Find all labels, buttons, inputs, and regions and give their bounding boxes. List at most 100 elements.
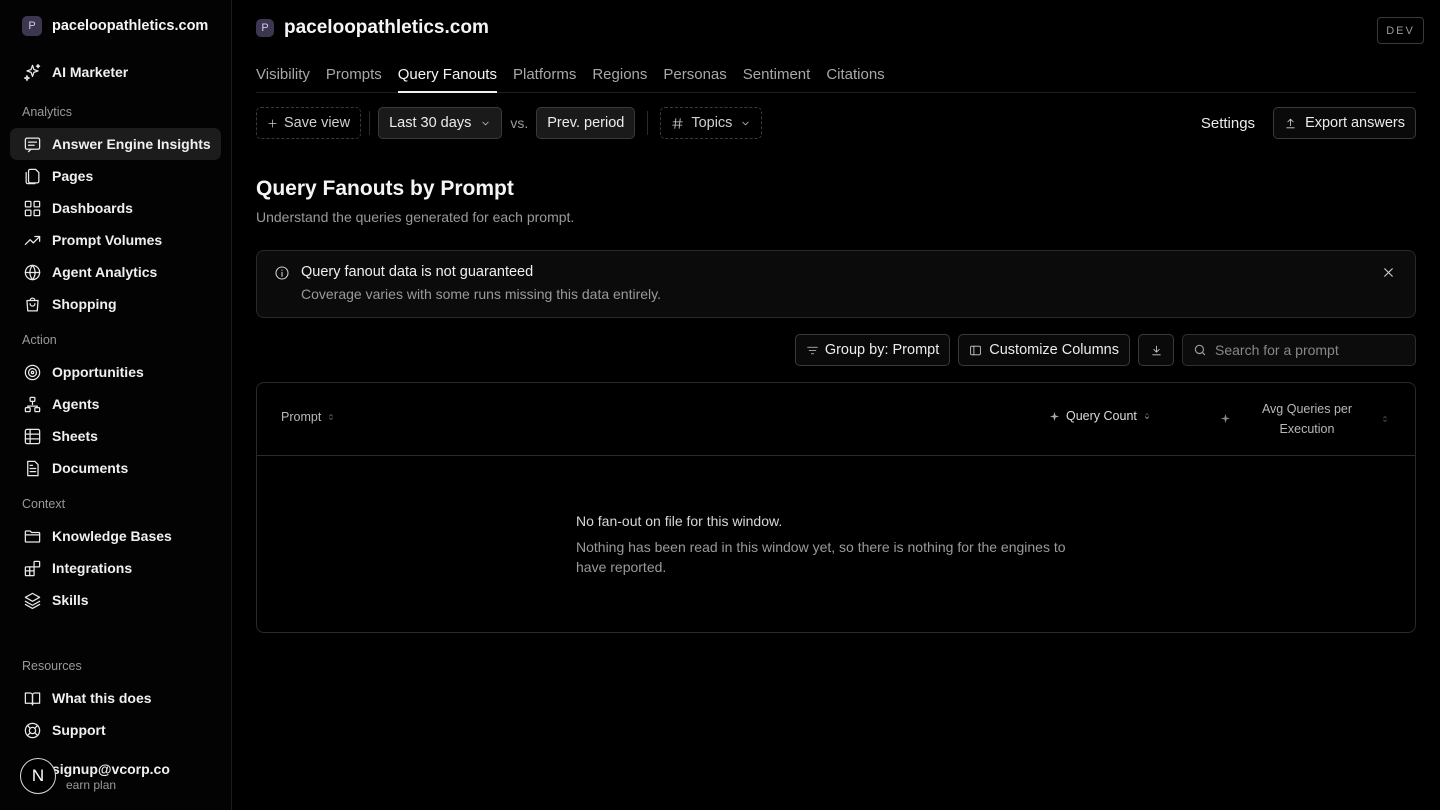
info-icon [275, 266, 289, 280]
download-button[interactable] [1138, 334, 1174, 366]
alert-title: Query fanout data is not guaranteed [301, 264, 534, 280]
group-by-button[interactable]: Group by: Prompt [794, 334, 951, 366]
topics-label: Topics [691, 115, 733, 131]
sidebar-item-opportunities[interactable]: Opportunities [10, 356, 221, 388]
column-header-query-count[interactable]: Query Count [1049, 409, 1152, 423]
empty-state-title: No fan-out on file for this window. [576, 513, 783, 529]
empty-state-body: Nothing has been read in this window yet… [576, 539, 1066, 575]
save-view-button[interactable]: Save view [256, 107, 362, 139]
sidebar-item-label: Pages [52, 168, 94, 184]
workspace-badge: P [22, 16, 42, 36]
vs-label: vs. [510, 115, 529, 131]
table-controls: Group by: Prompt Customize Columns [256, 334, 1416, 366]
sidebar-item-knowledge-bases[interactable]: Knowledge Bases [10, 520, 221, 552]
close-icon[interactable] [1382, 266, 1395, 279]
date-range-label: Last 30 days [389, 115, 472, 131]
folder-icon [22, 526, 42, 546]
divider [369, 111, 371, 135]
shopping-bag-icon [22, 294, 42, 314]
export-answers-button[interactable]: Export answers [1273, 107, 1416, 139]
column-header-prompt[interactable]: Prompt [281, 410, 336, 424]
sidebar-item-label: Shopping [52, 296, 117, 312]
target-icon [22, 362, 42, 382]
sidebar-item-skills[interactable]: Skills [10, 584, 221, 616]
sidebar-item-label: Agent Analytics [52, 264, 158, 280]
tab-regions[interactable]: Regions [592, 56, 647, 92]
sidebar-item-label: Skills [52, 592, 89, 608]
search-icon [1194, 344, 1206, 356]
topics-filter-button[interactable]: Topics [660, 107, 763, 139]
user-menu[interactable]: N signup@vcorp.co earn plan [20, 758, 170, 794]
sidebar-item-label: Answer Engine Insights [52, 136, 211, 152]
sidebar-item-integrations[interactable]: Integrations [10, 552, 221, 584]
document-icon [22, 458, 42, 478]
group-by-label: Group by: Prompt [824, 342, 940, 358]
sidebar-item-prompt-volumes[interactable]: Prompt Volumes [10, 224, 221, 256]
files-icon [22, 166, 42, 186]
sidebar-item-label: What this does [52, 690, 152, 706]
fanouts-table: Prompt Query Count Avg Queries per Execu… [256, 382, 1416, 633]
tab-visibility[interactable]: Visibility [256, 56, 310, 92]
sidebar-item-pages[interactable]: Pages [10, 160, 221, 192]
tab-bar: Visibility Prompts Query Fanouts Platfor… [256, 56, 1416, 93]
plus-icon [267, 118, 278, 129]
sidebar-item-label: Knowledge Bases [52, 528, 172, 544]
sidebar-item-dashboards[interactable]: Dashboards [10, 192, 221, 224]
hash-icon [671, 117, 684, 130]
workspace-name: paceloopathletics.com [52, 18, 209, 34]
sidebar-item-what-this-does[interactable]: What this does [10, 682, 221, 714]
user-plan: earn plan [66, 777, 117, 792]
sidebar-item-label: Agents [52, 396, 100, 412]
table-header: Prompt Query Count Avg Queries per Execu… [257, 383, 1415, 456]
tab-citations[interactable]: Citations [826, 56, 884, 92]
section-label-analytics: Analytics [22, 105, 73, 119]
customize-columns-button[interactable]: Customize Columns [958, 334, 1130, 366]
workspace-badge: P [256, 19, 274, 37]
sidebar-item-label: Integrations [52, 560, 133, 576]
sidebar-item-ai-marketer[interactable]: AI Marketer [10, 56, 221, 88]
filter-lines-icon [806, 344, 819, 357]
tab-personas[interactable]: Personas [663, 56, 726, 92]
export-label: Export answers [1305, 115, 1405, 131]
sidebar-item-sheets[interactable]: Sheets [10, 420, 221, 452]
tab-sentiment[interactable]: Sentiment [743, 56, 811, 92]
tab-platforms[interactable]: Platforms [513, 56, 576, 92]
sidebar-item-answer-engine-insights[interactable]: Answer Engine Insights [10, 128, 221, 160]
env-badge: DEV [1377, 17, 1424, 44]
user-email: signup@vcorp.co [52, 760, 170, 777]
column-header-avg-queries[interactable]: Avg Queries per Execution [1251, 399, 1363, 439]
workspace-switcher[interactable]: P paceloopathletics.com [10, 0, 221, 52]
page-subtitle: Understand the queries generated for eac… [256, 209, 575, 225]
sidebar-item-label: Dashboards [52, 200, 133, 216]
settings-button[interactable]: Settings [1201, 115, 1255, 132]
date-range-select[interactable]: Last 30 days [378, 107, 503, 139]
download-icon [1150, 344, 1163, 357]
sidebar-item-support[interactable]: Support [10, 714, 221, 746]
main-content: P paceloopathletics.com DEV Visibility P… [232, 0, 1440, 810]
tab-prompts[interactable]: Prompts [326, 56, 382, 92]
book-icon [22, 688, 42, 708]
blocks-icon [22, 558, 42, 578]
compare-label: Prev. period [547, 115, 625, 131]
page-header: P paceloopathletics.com [256, 0, 1416, 56]
info-alert: Query fanout data is not guaranteed Cove… [256, 250, 1416, 318]
sidebar: P paceloopathletics.com AI Marketer Anal… [0, 0, 232, 810]
sidebar-item-documents[interactable]: Documents [10, 452, 221, 484]
sidebar-item-label: Documents [52, 460, 129, 476]
sidebar-item-agents[interactable]: Agents [10, 388, 221, 420]
sidebar-item-label: Prompt Volumes [52, 232, 163, 248]
customize-columns-label: Customize Columns [989, 342, 1119, 358]
section-label-context: Context [22, 497, 66, 511]
table-icon [22, 426, 42, 446]
column-label: Prompt [281, 410, 322, 424]
avatar[interactable]: N [20, 758, 56, 794]
section-label-action: Action [22, 333, 57, 347]
compare-period-select[interactable]: Prev. period [536, 107, 636, 139]
search-field[interactable] [1182, 334, 1416, 366]
page-workspace-title: paceloopathletics.com [284, 17, 489, 38]
search-input[interactable] [1215, 342, 1405, 358]
sidebar-item-shopping[interactable]: Shopping [10, 288, 221, 320]
sidebar-item-agent-analytics[interactable]: Agent Analytics [10, 256, 221, 288]
tab-query-fanouts[interactable]: Query Fanouts [397, 56, 498, 93]
sidebar-item-label: Sheets [52, 428, 98, 444]
